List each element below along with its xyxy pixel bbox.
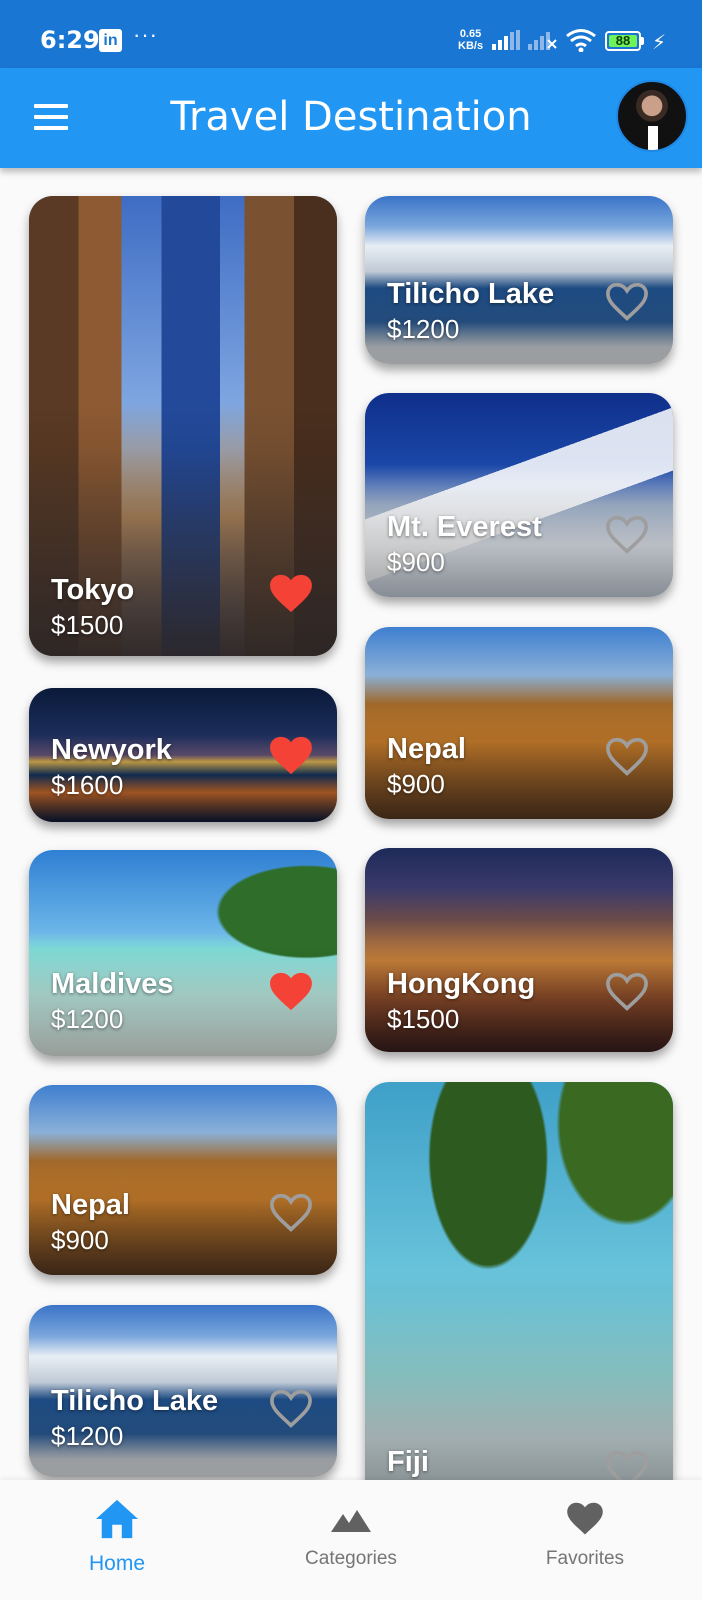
nav-home[interactable]: Home [37, 1480, 197, 1600]
network-speed-value: 0.65 [459, 28, 482, 40]
favorite-button[interactable] [269, 1389, 313, 1429]
wifi-icon [566, 29, 596, 52]
destination-name: Nepal [51, 1189, 130, 1221]
destination-card-newyork[interactable]: Newyork $1600 [29, 688, 337, 822]
status-time: 6:29 [40, 26, 100, 54]
favorite-button[interactable] [269, 972, 313, 1012]
destination-card-nepal[interactable]: Nepal $900 [29, 1085, 337, 1275]
favorite-button[interactable] [605, 972, 649, 1012]
heart-filled-icon [270, 574, 312, 613]
mountain-icon [331, 1510, 371, 1532]
favorite-button[interactable] [269, 736, 313, 776]
destination-name: Mt. Everest [387, 511, 542, 543]
favorite-button[interactable] [269, 574, 313, 614]
linkedin-icon: in [99, 29, 122, 52]
destination-card-maldives[interactable]: Maldives $1200 [29, 850, 337, 1056]
charging-icon: ⚡ [652, 32, 667, 54]
favorite-button[interactable] [605, 737, 649, 777]
destination-price: $900 [51, 1225, 109, 1255]
network-speed-unit: KB/s [458, 40, 484, 52]
heart-outline-icon [606, 515, 648, 554]
destination-name: Tilicho Lake [51, 1385, 219, 1417]
favorite-button[interactable] [269, 1193, 313, 1233]
destination-price: $1500 [51, 610, 124, 640]
nav-favorites[interactable]: Favorites [505, 1480, 665, 1600]
battery-icon: 88 [605, 31, 641, 51]
destination-name: Tokyo [51, 574, 135, 606]
destination-card-nepal[interactable]: Nepal $900 [365, 627, 673, 819]
heart-filled-icon [270, 736, 312, 775]
app-bar: Travel Destination [0, 68, 702, 168]
destination-price: $1500 [387, 1004, 460, 1034]
page-title: Travel Destination [170, 94, 532, 140]
more-notifications-icon: ··· [133, 22, 158, 47]
nav-categories[interactable]: Categories [271, 1480, 431, 1600]
favorite-button[interactable] [605, 515, 649, 555]
heart-icon [567, 1502, 603, 1535]
heart-outline-icon [606, 282, 648, 321]
heart-outline-icon [270, 1193, 312, 1232]
destination-price: $900 [387, 769, 445, 799]
signal-icon [492, 30, 520, 50]
battery-level: 88 [615, 33, 631, 48]
status-bar: 6:29 in ··· 0.65 KB/s 88 ⚡ [0, 0, 702, 68]
destination-price: $1600 [51, 770, 124, 800]
signal-off-icon [528, 32, 557, 50]
destination-name: Fiji [387, 1446, 429, 1478]
bottom-navigation: Home Categories Favorites [0, 1480, 702, 1600]
network-speed: 0.65 KB/s [458, 28, 483, 52]
home-icon [96, 1499, 138, 1539]
nav-label: Home [88, 1552, 146, 1575]
destination-price: $1200 [51, 1004, 124, 1034]
destination-card-mt-everest[interactable]: Mt. Everest $900 [365, 393, 673, 597]
destination-name: Tilicho Lake [387, 278, 555, 310]
destination-name: Nepal [387, 733, 466, 765]
destination-card-fiji[interactable]: Fiji [365, 1082, 673, 1502]
destination-price: $1200 [387, 314, 460, 344]
destination-card-hongkong[interactable]: HongKong $1500 [365, 848, 673, 1052]
destination-name: HongKong [387, 968, 536, 1000]
nav-label: Favorites [545, 1548, 625, 1569]
heart-filled-icon [270, 972, 312, 1011]
heart-outline-icon [606, 972, 648, 1011]
destination-card-tokyo[interactable]: Tokyo $1500 [29, 196, 337, 656]
destination-card-tilicho-lake[interactable]: Tilicho Lake $1200 [365, 196, 673, 364]
nav-label: Categories [305, 1548, 397, 1569]
destination-name: Newyork [51, 734, 172, 766]
destination-name: Maldives [51, 968, 174, 1000]
destination-card-tilicho-lake-2[interactable]: Tilicho Lake $1200 [29, 1305, 337, 1477]
heart-outline-icon [270, 1389, 312, 1428]
avatar[interactable] [616, 80, 688, 152]
favorite-button[interactable] [605, 282, 649, 322]
destination-price: $900 [387, 547, 445, 577]
heart-outline-icon [606, 737, 648, 776]
destination-price: $1200 [51, 1421, 124, 1451]
